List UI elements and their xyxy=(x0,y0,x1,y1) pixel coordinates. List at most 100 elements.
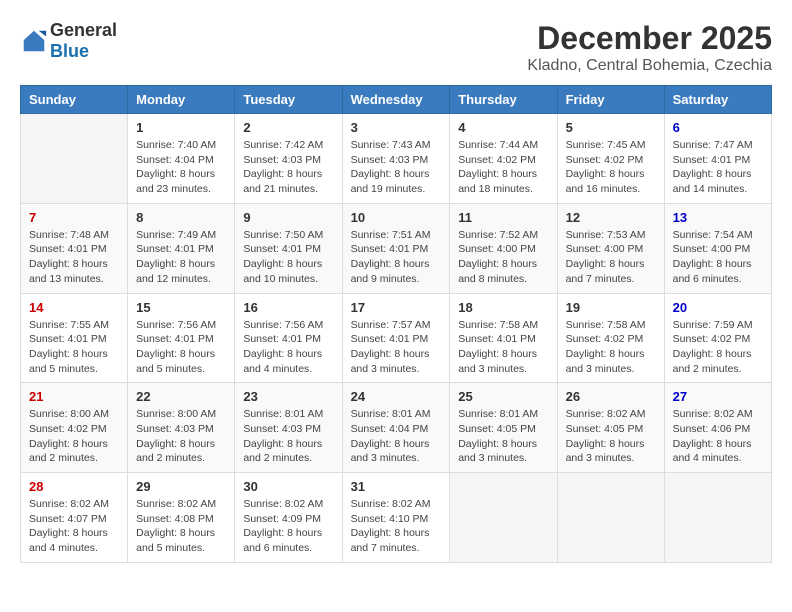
day-number: 2 xyxy=(243,120,333,135)
day-info: Sunrise: 8:01 AM Sunset: 4:05 PM Dayligh… xyxy=(458,407,548,466)
day-number: 3 xyxy=(351,120,442,135)
day-number: 21 xyxy=(29,389,119,404)
logo: General Blue xyxy=(20,20,117,62)
calendar-cell: 17 Sunrise: 7:57 AM Sunset: 4:01 PM Dayli… xyxy=(342,293,450,383)
calendar-week-5: 28Sunrise: 8:02 AM Sunset: 4:07 PM Dayli… xyxy=(21,473,772,563)
day-info: Sunrise: 7:57 AM Sunset: 4:01 PM Dayligh… xyxy=(351,318,442,377)
day-info: Sunrise: 8:00 AM Sunset: 4:02 PM Dayligh… xyxy=(29,407,119,466)
calendar-table: SundayMondayTuesdayWednesdayThursdayFrid… xyxy=(20,85,772,563)
calendar-week-2: 7Sunrise: 7:48 AM Sunset: 4:01 PM Daylig… xyxy=(21,203,772,293)
day-info: Sunrise: 7:55 AM Sunset: 4:01 PM Dayligh… xyxy=(29,318,119,377)
day-header-wednesday: Wednesday xyxy=(342,86,450,114)
day-info: Sunrise: 8:02 AM Sunset: 4:06 PM Dayligh… xyxy=(673,407,763,466)
calendar-cell: 8 Sunrise: 7:49 AM Sunset: 4:01 PM Daylig… xyxy=(128,203,235,293)
day-number: 16 xyxy=(243,300,333,315)
calendar-cell: 29 Sunrise: 8:02 AM Sunset: 4:08 PM Dayli… xyxy=(128,473,235,563)
calendar-cell: 20Sunrise: 7:59 AM Sunset: 4:02 PM Dayli… xyxy=(664,293,771,383)
calendar-cell: 28Sunrise: 8:02 AM Sunset: 4:07 PM Dayli… xyxy=(21,473,128,563)
day-info: Sunrise: 8:01 AM Sunset: 4:04 PM Dayligh… xyxy=(351,407,442,466)
day-number: 8 xyxy=(136,210,226,225)
day-info: Sunrise: 8:00 AM Sunset: 4:03 PM Dayligh… xyxy=(136,407,226,466)
calendar-cell: 1Sunrise: 7:40 AM Sunset: 4:04 PM Daylig… xyxy=(128,114,235,204)
calendar-cell: 30Sunrise: 8:02 AM Sunset: 4:09 PM Dayli… xyxy=(235,473,342,563)
day-info: Sunrise: 8:02 AM Sunset: 4:09 PM Dayligh… xyxy=(243,497,333,556)
title-block: December 2025 Kladno, Central Bohemia, C… xyxy=(527,20,772,75)
calendar-cell: 6 Sunrise: 7:47 AM Sunset: 4:01 PM Daylig… xyxy=(664,114,771,204)
day-number: 29 xyxy=(136,479,226,494)
calendar-cell: 13 Sunrise: 7:54 AM Sunset: 4:00 PM Dayli… xyxy=(664,203,771,293)
calendar-header-row: SundayMondayTuesdayWednesdayThursdayFrid… xyxy=(21,86,772,114)
day-number: 9 xyxy=(243,210,333,225)
calendar-cell: 24 Sunrise: 8:01 AM Sunset: 4:04 PM Dayli… xyxy=(342,383,450,473)
day-number: 26 xyxy=(566,389,656,404)
day-header-saturday: Saturday xyxy=(664,86,771,114)
day-info: Sunrise: 7:45 AM Sunset: 4:02 PM Dayligh… xyxy=(566,138,656,197)
day-number: 25 xyxy=(458,389,548,404)
day-info: Sunrise: 7:56 AM Sunset: 4:01 PM Dayligh… xyxy=(136,318,226,377)
day-info: Sunrise: 7:53 AM Sunset: 4:00 PM Dayligh… xyxy=(566,228,656,287)
day-info: Sunrise: 7:44 AM Sunset: 4:02 PM Dayligh… xyxy=(458,138,548,197)
day-header-monday: Monday xyxy=(128,86,235,114)
day-info: Sunrise: 8:02 AM Sunset: 4:08 PM Dayligh… xyxy=(136,497,226,556)
day-info: Sunrise: 8:02 AM Sunset: 4:07 PM Dayligh… xyxy=(29,497,119,556)
day-info: Sunrise: 7:52 AM Sunset: 4:00 PM Dayligh… xyxy=(458,228,548,287)
day-number: 13 xyxy=(673,210,763,225)
calendar-cell: 7Sunrise: 7:48 AM Sunset: 4:01 PM Daylig… xyxy=(21,203,128,293)
calendar-week-3: 14 Sunrise: 7:55 AM Sunset: 4:01 PM Dayli… xyxy=(21,293,772,383)
calendar-cell: 31Sunrise: 8:02 AM Sunset: 4:10 PM Dayli… xyxy=(342,473,450,563)
calendar-cell: 15 Sunrise: 7:56 AM Sunset: 4:01 PM Dayli… xyxy=(128,293,235,383)
calendar-cell xyxy=(450,473,557,563)
day-header-friday: Friday xyxy=(557,86,664,114)
day-number: 19 xyxy=(566,300,656,315)
calendar-cell: 14 Sunrise: 7:55 AM Sunset: 4:01 PM Dayli… xyxy=(21,293,128,383)
day-number: 22 xyxy=(136,389,226,404)
day-info: Sunrise: 7:59 AM Sunset: 4:02 PM Dayligh… xyxy=(673,318,763,377)
calendar-cell xyxy=(21,114,128,204)
day-number: 11 xyxy=(458,210,548,225)
calendar-cell: 25 Sunrise: 8:01 AM Sunset: 4:05 PM Dayli… xyxy=(450,383,557,473)
day-number: 14 xyxy=(29,300,119,315)
day-info: Sunrise: 7:54 AM Sunset: 4:00 PM Dayligh… xyxy=(673,228,763,287)
day-info: Sunrise: 7:58 AM Sunset: 4:02 PM Dayligh… xyxy=(566,318,656,377)
calendar-cell xyxy=(664,473,771,563)
calendar-cell: 5Sunrise: 7:45 AM Sunset: 4:02 PM Daylig… xyxy=(557,114,664,204)
day-number: 4 xyxy=(458,120,548,135)
day-number: 15 xyxy=(136,300,226,315)
day-info: Sunrise: 8:02 AM Sunset: 4:05 PM Dayligh… xyxy=(566,407,656,466)
day-number: 18 xyxy=(458,300,548,315)
calendar-cell: 21 Sunrise: 8:00 AM Sunset: 4:02 PM Dayli… xyxy=(21,383,128,473)
calendar-body: 1Sunrise: 7:40 AM Sunset: 4:04 PM Daylig… xyxy=(21,114,772,563)
day-info: Sunrise: 7:51 AM Sunset: 4:01 PM Dayligh… xyxy=(351,228,442,287)
calendar-cell xyxy=(557,473,664,563)
day-number: 10 xyxy=(351,210,442,225)
day-info: Sunrise: 7:56 AM Sunset: 4:01 PM Dayligh… xyxy=(243,318,333,377)
logo-icon xyxy=(20,27,48,55)
logo-general-text: General xyxy=(50,20,117,40)
calendar-cell: 9 Sunrise: 7:50 AM Sunset: 4:01 PM Daylig… xyxy=(235,203,342,293)
day-number: 17 xyxy=(351,300,442,315)
day-number: 24 xyxy=(351,389,442,404)
calendar-cell: 26 Sunrise: 8:02 AM Sunset: 4:05 PM Dayli… xyxy=(557,383,664,473)
calendar-cell: 23Sunrise: 8:01 AM Sunset: 4:03 PM Dayli… xyxy=(235,383,342,473)
calendar-cell: 3 Sunrise: 7:43 AM Sunset: 4:03 PM Daylig… xyxy=(342,114,450,204)
day-header-sunday: Sunday xyxy=(21,86,128,114)
day-info: Sunrise: 7:47 AM Sunset: 4:01 PM Dayligh… xyxy=(673,138,763,197)
day-info: Sunrise: 7:43 AM Sunset: 4:03 PM Dayligh… xyxy=(351,138,442,197)
calendar-cell: 10 Sunrise: 7:51 AM Sunset: 4:01 PM Dayli… xyxy=(342,203,450,293)
calendar-cell: 16 Sunrise: 7:56 AM Sunset: 4:01 PM Dayli… xyxy=(235,293,342,383)
day-header-thursday: Thursday xyxy=(450,86,557,114)
day-number: 27 xyxy=(673,389,763,404)
day-info: Sunrise: 8:02 AM Sunset: 4:10 PM Dayligh… xyxy=(351,497,442,556)
day-info: Sunrise: 7:58 AM Sunset: 4:01 PM Dayligh… xyxy=(458,318,548,377)
day-info: Sunrise: 7:49 AM Sunset: 4:01 PM Dayligh… xyxy=(136,228,226,287)
day-info: Sunrise: 7:40 AM Sunset: 4:04 PM Dayligh… xyxy=(136,138,226,197)
calendar-cell: 18 Sunrise: 7:58 AM Sunset: 4:01 PM Dayli… xyxy=(450,293,557,383)
day-number: 7 xyxy=(29,210,119,225)
calendar-cell: 22 Sunrise: 8:00 AM Sunset: 4:03 PM Dayli… xyxy=(128,383,235,473)
day-info: Sunrise: 8:01 AM Sunset: 4:03 PM Dayligh… xyxy=(243,407,333,466)
day-info: Sunrise: 7:50 AM Sunset: 4:01 PM Dayligh… xyxy=(243,228,333,287)
calendar-cell: 27 Sunrise: 8:02 AM Sunset: 4:06 PM Dayli… xyxy=(664,383,771,473)
day-number: 6 xyxy=(673,120,763,135)
calendar-title: December 2025 xyxy=(527,20,772,57)
calendar-cell: 4 Sunrise: 7:44 AM Sunset: 4:02 PM Daylig… xyxy=(450,114,557,204)
